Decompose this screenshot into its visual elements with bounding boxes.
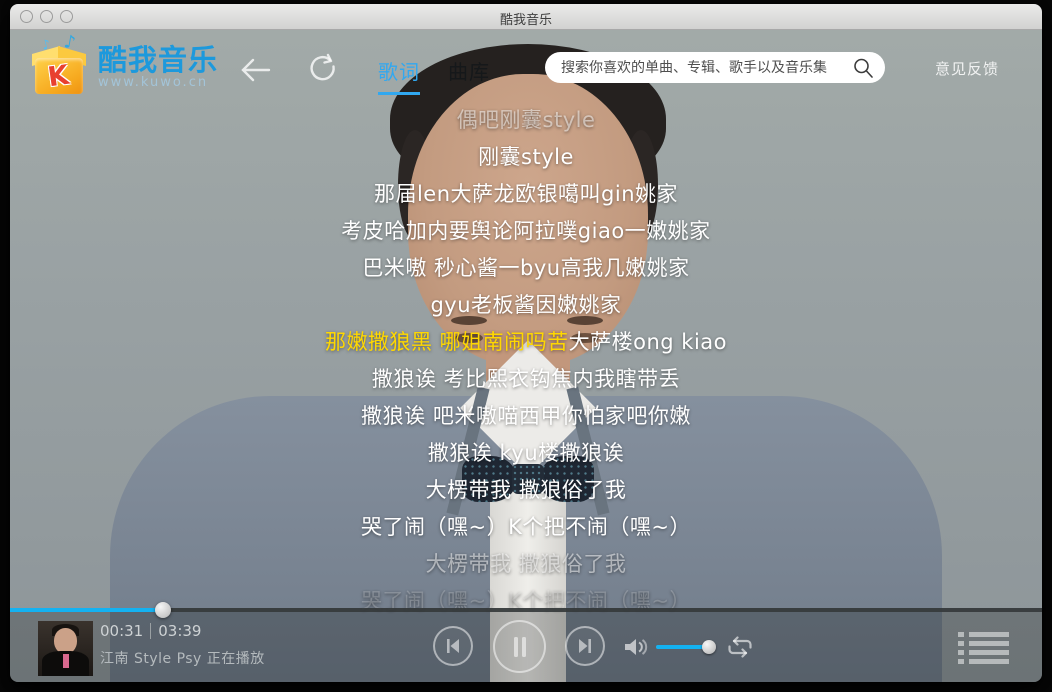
brand-name: 酷我音乐 [98, 45, 218, 75]
lyric-line: gyu老板酱因嫩姚家 [10, 287, 1042, 324]
tab-library[interactable]: 曲库 [448, 56, 490, 85]
volume-slider[interactable] [656, 645, 716, 649]
lyric-line: 撒狼诶 吧米嗷喵西甲你怕家吧你嫩 [10, 398, 1042, 435]
pause-icon [511, 636, 529, 658]
current-time: 00:31 [100, 622, 143, 640]
player-bar: 00:31 03:39 江南 Style Psy 正在播放 [10, 608, 1042, 682]
music-note-icon: ♪ [41, 37, 52, 53]
brand-url: www.kuwo.cn [98, 75, 218, 90]
progress-fill [10, 608, 163, 612]
skip-forward-icon [575, 637, 595, 655]
time-divider [150, 623, 151, 639]
search-icon[interactable] [851, 56, 875, 80]
previous-button[interactable] [433, 626, 473, 666]
kuwo-logo[interactable]: K ♪ ♪ 酷我音乐 www.kuwo.cn [30, 38, 218, 96]
lyric-line: 考皮哈加内要舆论阿拉噗giao一嫩姚家 [10, 213, 1042, 250]
lyric-line: 撒狼诶 kyu楼撒狼诶 [10, 435, 1042, 472]
window-title: 酷我音乐 [10, 9, 1042, 28]
progress-handle[interactable] [155, 602, 171, 618]
lyric-line: 巴米嗷 秒心酱一byu高我几嫩姚家 [10, 250, 1042, 287]
lyric-line: 刚囊style [10, 139, 1042, 176]
progress-bar[interactable] [10, 608, 1042, 612]
search-input[interactable] [561, 60, 851, 76]
lyric-sung-text: 那嫩撒狼黑 哪姐南闹吗苦 [325, 330, 569, 354]
titlebar: 酷我音乐 [10, 4, 1042, 30]
lyrics-panel: 偶吧刚囊style刚囊style那届len大萨龙欧银噶叫gin姚家考皮哈加内要舆… [10, 102, 1042, 620]
volume-icon[interactable] [624, 636, 650, 658]
skip-back-icon [443, 637, 463, 655]
next-button[interactable] [565, 626, 605, 666]
lyric-line: 那届len大萨龙欧银噶叫gin姚家 [10, 176, 1042, 213]
app-window: 酷我音乐 K ♪ ♪ 酷我音乐 [10, 4, 1042, 682]
back-icon[interactable] [238, 52, 274, 88]
search-bar[interactable] [545, 52, 885, 83]
feedback-link[interactable]: 意见反馈 [935, 58, 999, 79]
time-display: 00:31 03:39 [100, 622, 201, 640]
album-art[interactable] [38, 621, 93, 676]
refresh-icon[interactable] [306, 52, 342, 88]
top-nav: K ♪ ♪ 酷我音乐 www.kuwo.cn 歌词 曲库 意见反馈 [10, 30, 1042, 110]
volume-fill [656, 645, 709, 649]
now-playing-label: 江南 Style Psy 正在播放 [100, 648, 265, 668]
total-time: 03:39 [158, 622, 201, 640]
logo-k-letter: K [46, 60, 71, 94]
lyric-line: 那嫩撒狼黑 哪姐南闹吗苦大萨楼ong kiao [10, 324, 1042, 361]
volume-handle[interactable] [702, 640, 716, 654]
playlist-icon[interactable] [958, 632, 1009, 668]
lyric-unsung-text: 大萨楼ong kiao [569, 330, 727, 354]
repeat-icon[interactable] [726, 636, 754, 658]
lyric-line: 大楞带我 撒狼俗了我 [10, 546, 1042, 583]
lyric-line: 哭了闹（嘿~）K个把不闹（嘿~） [10, 509, 1042, 546]
tab-lyrics[interactable]: 歌词 [378, 56, 420, 95]
lyric-line: 大楞带我 撒狼俗了我 [10, 472, 1042, 509]
kuwo-logo-icon: K ♪ ♪ [30, 38, 88, 96]
pause-button[interactable] [493, 620, 546, 673]
lyric-line: 撒狼诶 考比熙衣钩焦内我瞎带丢 [10, 361, 1042, 398]
